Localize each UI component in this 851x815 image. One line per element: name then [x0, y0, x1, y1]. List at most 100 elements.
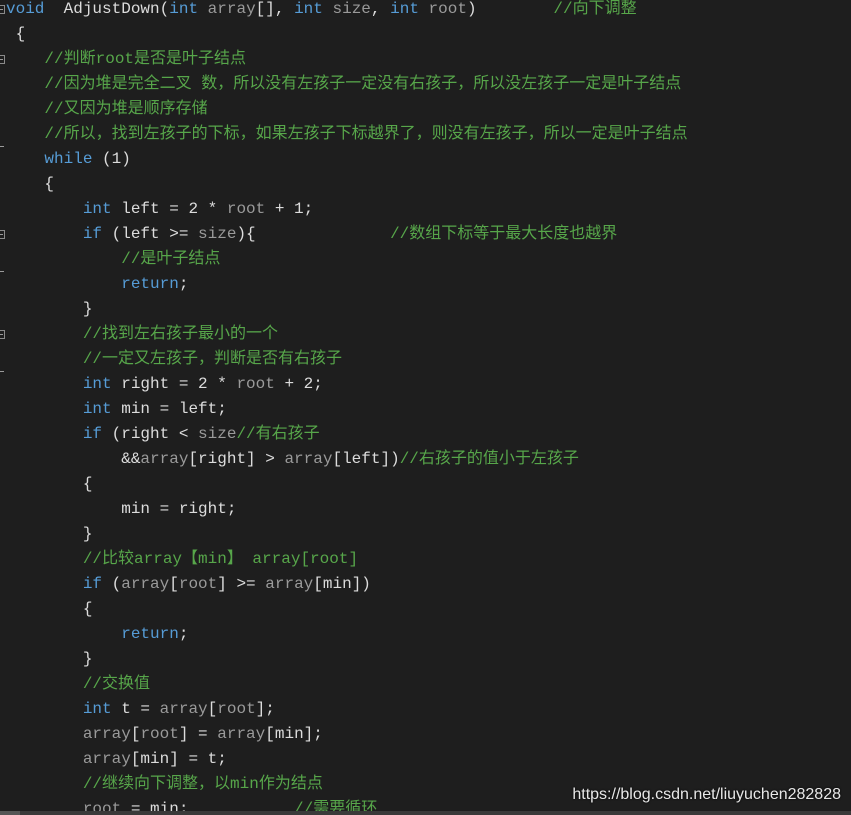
- parameter-token: array: [217, 725, 266, 743]
- code-line[interactable]: while (1): [6, 147, 131, 172]
- code-line[interactable]: return;: [6, 272, 188, 297]
- code-line[interactable]: //交换值: [6, 672, 150, 697]
- fold-end-marker: [0, 271, 4, 272]
- code-line[interactable]: int right = 2 * root + 2;: [6, 372, 323, 397]
- fold-collapse-icon[interactable]: [0, 5, 5, 14]
- parameter-token: root: [217, 700, 256, 718]
- code-line[interactable]: //又因为堆是顺序存储: [6, 97, 208, 122]
- horizontal-scrollbar[interactable]: [0, 811, 851, 815]
- code-token: }: [6, 650, 93, 668]
- code-line[interactable]: //继续向下调整，以min作为结点: [6, 772, 323, 797]
- parameter-token: root: [140, 725, 179, 743]
- code-line[interactable]: &&array[right] > array[left])//右孩子的值小于左孩…: [6, 447, 579, 472]
- code-line[interactable]: int left = 2 * root + 1;: [6, 197, 313, 222]
- parameter-token: array: [207, 0, 256, 18]
- fold-collapse-icon[interactable]: [0, 330, 5, 339]
- code-line[interactable]: }: [6, 297, 93, 322]
- code-line[interactable]: //是叶子结点: [6, 247, 220, 272]
- parameter-token: array: [82, 725, 131, 743]
- comment-token: //所以，找到左孩子的下标，如果左孩子下标越界了，则没有左孩子，所以一定是叶子结…: [44, 125, 688, 143]
- code-token: [: [130, 725, 141, 743]
- code-token: ];: [255, 700, 275, 718]
- code-line[interactable]: void AdjustDown(int array[], int size, i…: [6, 0, 637, 22]
- code-token: + 1;: [265, 200, 314, 218]
- keyword-token: while: [44, 150, 93, 168]
- comment-token: //继续向下调整，以min作为结点: [82, 775, 323, 793]
- keyword-token: int: [82, 375, 112, 393]
- parameter-token: root: [82, 800, 122, 811]
- code-line[interactable]: array[root] = array[min];: [6, 722, 323, 747]
- code-line[interactable]: //比较array【min】 array[root]: [6, 547, 358, 572]
- comment-token: //是叶子结点: [121, 250, 221, 268]
- code-token: ] =: [178, 725, 218, 743]
- fold-end-marker: [0, 371, 4, 372]
- code-line[interactable]: {: [6, 22, 26, 47]
- code-line[interactable]: if (right < size//有右孩子: [6, 422, 320, 447]
- code-line[interactable]: if (left >= size){ //数组下标等于最大长度也越界: [6, 222, 617, 247]
- comment-token: //有右孩子: [236, 425, 320, 443]
- code-line[interactable]: if (array[root] >= array[min]): [6, 572, 371, 597]
- parameter-token: array: [265, 575, 314, 593]
- code-token: + 2;: [274, 375, 323, 393]
- code-line[interactable]: }: [6, 647, 93, 672]
- parameter-token: root: [226, 200, 266, 218]
- code-token: }: [6, 525, 93, 543]
- code-token: = min;: [121, 800, 295, 811]
- keyword-token: return: [121, 625, 179, 643]
- code-line[interactable]: root = min; //需要循环: [6, 797, 377, 811]
- code-line[interactable]: array[min] = t;: [6, 747, 227, 772]
- code-line[interactable]: //一定又左孩子，判断是否有右孩子: [6, 347, 342, 372]
- code-token: ,: [370, 0, 391, 18]
- code-token: ;: [178, 625, 189, 643]
- comment-token: //又因为堆是顺序存储: [44, 100, 208, 118]
- parameter-token: size: [198, 425, 237, 443]
- code-line[interactable]: int min = left;: [6, 397, 227, 422]
- code-line[interactable]: //因为堆是完全二叉 数，所以没有左孩子一定没有右孩子，所以没左孩子一定是叶子结…: [6, 72, 681, 97]
- comment-token: //判断root是否是叶子结点: [44, 50, 247, 68]
- code-line[interactable]: //判断root是否是叶子结点: [6, 47, 246, 72]
- code-token: ] >=: [217, 575, 266, 593]
- code-line[interactable]: min = right;: [6, 497, 236, 522]
- fold-collapse-icon[interactable]: [0, 230, 5, 239]
- comment-token: //找到左右孩子最小的一个: [82, 325, 279, 343]
- code-token: &&: [6, 450, 141, 468]
- code-token: }: [6, 300, 93, 318]
- code-line[interactable]: {: [6, 172, 54, 197]
- code-line[interactable]: int t = array[root];: [6, 697, 275, 722]
- code-line[interactable]: {: [6, 472, 93, 497]
- code-token: min = right;: [6, 500, 237, 518]
- comment-token: //比较array【min】 array[root]: [82, 550, 359, 568]
- code-token: {: [6, 175, 55, 193]
- code-line[interactable]: return;: [6, 622, 188, 647]
- keyword-token: if: [82, 575, 103, 593]
- fold-collapse-icon[interactable]: [0, 55, 5, 64]
- code-token: [],: [255, 0, 295, 18]
- fold-end-marker: [0, 146, 4, 147]
- code-token: (: [102, 575, 122, 593]
- code-token: (1): [92, 150, 131, 168]
- code-line[interactable]: }: [6, 522, 93, 547]
- code-editor[interactable]: void AdjustDown(int array[], int size, i…: [0, 0, 851, 811]
- code-token: {: [6, 600, 93, 618]
- comment-token: //交换值: [82, 675, 151, 693]
- code-line[interactable]: //所以，找到左孩子的下标，如果左孩子下标越界了，则没有左孩子，所以一定是叶子结…: [6, 122, 688, 147]
- code-line[interactable]: {: [6, 597, 93, 622]
- parameter-token: array: [121, 575, 170, 593]
- code-line[interactable]: //找到左右孩子最小的一个: [6, 322, 278, 347]
- keyword-token: int: [169, 0, 199, 18]
- code-token: [min];: [265, 725, 323, 743]
